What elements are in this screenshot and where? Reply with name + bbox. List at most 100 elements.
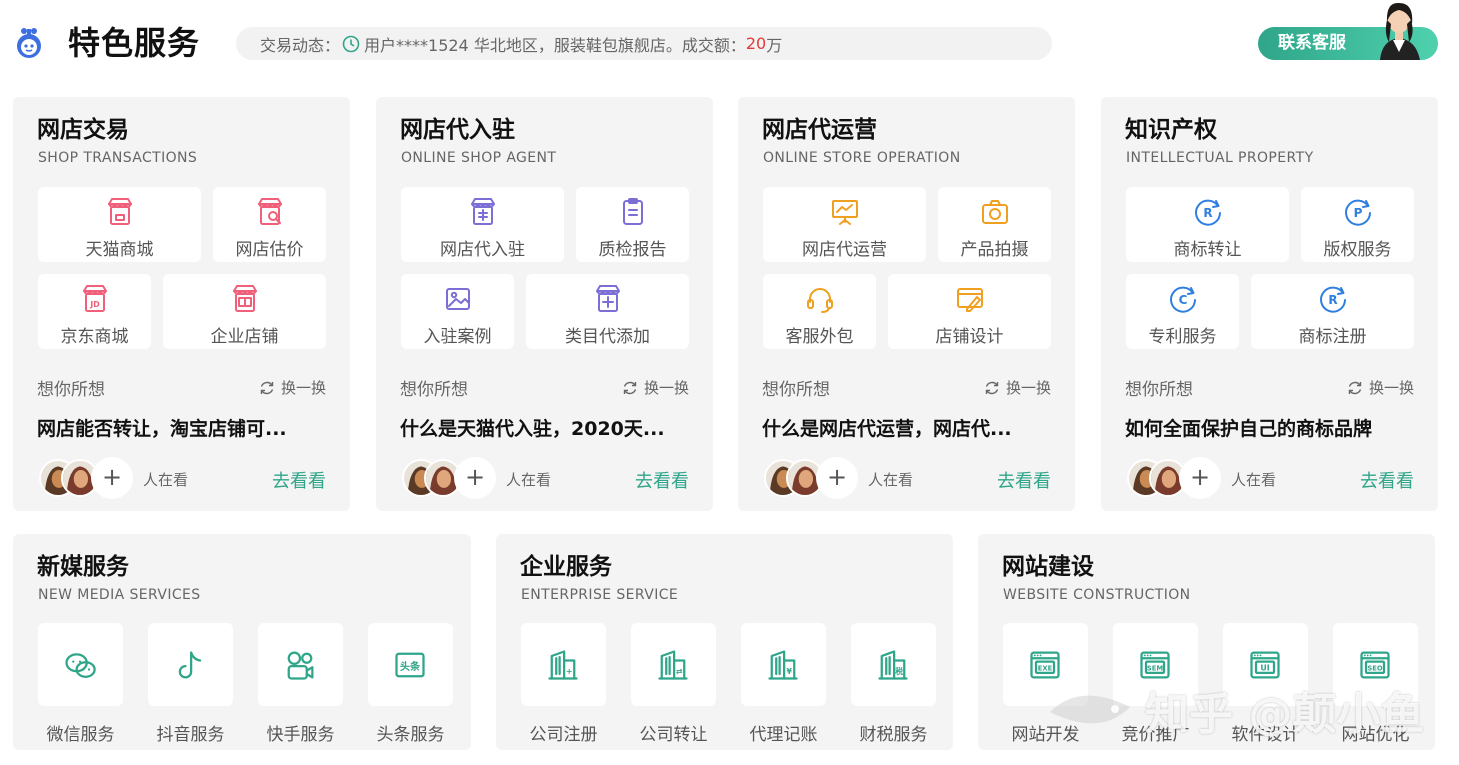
think-label: 想你所想 (762, 380, 830, 400)
tile-label: 头条服务 (376, 725, 445, 745)
service-tile[interactable]: 头条 (368, 623, 453, 706)
jd-shop-icon: JD (82, 285, 107, 312)
bookkeeping-icon: ¥ (768, 650, 798, 680)
clock-icon (342, 35, 360, 52)
service-tile[interactable]: 质检报告 (576, 187, 689, 262)
svg-text:R: R (1203, 206, 1212, 220)
ticker-amount: 20 (745, 34, 767, 53)
service-tile[interactable] (38, 623, 123, 706)
refresh-label: 换一换 (643, 379, 689, 397)
sem-window-icon: SEM (1140, 651, 1170, 679)
service-tile[interactable]: ¥ (741, 623, 826, 706)
card-title: 网店代入驻 (400, 117, 515, 143)
patent-icon: C (1169, 286, 1196, 313)
service-tile[interactable]: C 专利服务 (1126, 274, 1239, 349)
tile-label: 代理记账 (749, 725, 818, 745)
svg-text:C: C (1178, 293, 1187, 307)
refresh-button[interactable]: 换一换 (1347, 377, 1414, 398)
service-tile[interactable]: EXE (1003, 623, 1088, 706)
svg-text:R: R (1328, 293, 1337, 307)
viewer-avatars: + (39, 457, 135, 499)
douyin-icon (178, 651, 202, 679)
service-tile[interactable]: 店铺设计 (888, 274, 1051, 349)
service-card: 新媒服务 NEW MEDIA SERVICES 微信服务 抖音服务 快手服务 头条 头条服务 (13, 534, 471, 750)
service-tile[interactable]: 入驻案例 (401, 274, 514, 349)
add-viewer-button[interactable]: + (816, 457, 858, 499)
tile-label: 店铺设计 (935, 327, 1004, 347)
service-tile[interactable]: + (521, 623, 606, 706)
svg-text:头条: 头条 (400, 660, 421, 673)
service-tile[interactable]: 类目代添加 (526, 274, 689, 349)
service-tile[interactable]: 产品拍摄 (938, 187, 1051, 262)
tile-label: 商标转让 (1173, 240, 1242, 260)
add-viewer-button[interactable]: + (1179, 457, 1221, 499)
ui-window-icon: UI (1250, 651, 1280, 679)
tile-label: 快手服务 (266, 725, 335, 745)
service-tile[interactable] (148, 623, 233, 706)
question-link[interactable]: 网店能否转让，淘宝店铺可... (37, 414, 287, 441)
service-tile[interactable]: 网店代入驻 (401, 187, 564, 262)
service-tile[interactable]: 企业店铺 (163, 274, 326, 349)
image-icon (445, 288, 470, 310)
svg-text:UI: UI (1260, 663, 1269, 672)
refresh-button[interactable]: 换一换 (622, 377, 689, 398)
company-register-icon: + (548, 650, 578, 680)
service-tile[interactable]: UI (1223, 623, 1308, 706)
add-viewer-button[interactable]: + (91, 457, 133, 499)
company-transfer-icon: ⇄ (658, 650, 688, 680)
tile-label: 版权服务 (1323, 240, 1392, 260)
go-see-link[interactable]: 去看看 (272, 467, 326, 493)
card-title: 新媒服务 (37, 554, 129, 580)
service-tile[interactable]: 客服外包 (763, 274, 876, 349)
design-icon (956, 288, 983, 312)
headset-icon (806, 288, 833, 313)
service-tile[interactable]: 网店代运营 (763, 187, 926, 262)
page-title: 特色服务 (68, 24, 201, 62)
svg-text:¥: ¥ (786, 667, 792, 676)
service-tile[interactable]: 网店估价 (213, 187, 326, 262)
service-tile[interactable]: JD 京东商城 (38, 274, 151, 349)
go-see-link[interactable]: 去看看 (1360, 467, 1414, 493)
refresh-icon (623, 381, 637, 394)
service-card: 网店交易 SHOP TRANSACTIONS 天猫商城 网店估价 JD 京东商城 企业店铺想… (13, 97, 350, 511)
tile-label: 网站开发 (1011, 725, 1080, 745)
tile-label: 竞价推广 (1121, 725, 1190, 745)
go-see-link[interactable]: 去看看 (635, 467, 689, 493)
shop-icon (107, 198, 132, 225)
service-tile[interactable] (258, 623, 343, 706)
service-tile[interactable]: SEM (1113, 623, 1198, 706)
go-see-link[interactable]: 去看看 (997, 467, 1051, 493)
service-tile[interactable]: R 商标转让 (1126, 187, 1289, 262)
card-title: 企业服务 (520, 554, 612, 580)
svg-text:SEM: SEM (1147, 664, 1163, 672)
shop-add-icon (595, 285, 620, 312)
refresh-button[interactable]: 换一换 (259, 377, 326, 398)
wechat-icon (65, 653, 96, 678)
service-tile[interactable]: 税 (851, 623, 936, 706)
tile-label: 质检报告 (598, 240, 667, 260)
seo-window-icon: SEO (1360, 651, 1390, 679)
think-label: 想你所想 (400, 380, 468, 400)
refresh-button[interactable]: 换一换 (984, 377, 1051, 398)
service-tile[interactable]: SEO (1333, 623, 1418, 706)
question-link[interactable]: 如何全面保护自己的商标品牌 (1125, 414, 1372, 441)
tax-icon: 税 (878, 650, 908, 680)
question-link[interactable]: 什么是天猫代入驻，2020天... (400, 414, 665, 441)
card-subtitle: SHOP TRANSACTIONS (38, 150, 198, 166)
exe-window-icon: EXE (1030, 651, 1060, 679)
mascot-logo-icon (17, 28, 41, 58)
tile-label: 天猫商城 (85, 240, 154, 260)
camera-icon (981, 200, 1008, 224)
service-tile[interactable]: P 版权服务 (1301, 187, 1414, 262)
service-tile[interactable]: ⇄ (631, 623, 716, 706)
card-subtitle: NEW MEDIA SERVICES (38, 587, 201, 603)
add-viewer-button[interactable]: + (454, 457, 496, 499)
enterprise-shop-icon (232, 285, 257, 312)
service-tile[interactable]: R 商标注册 (1251, 274, 1414, 349)
transaction-ticker: 交易动态： 用户****1524 华北地区，服装鞋包旗舰店。成交额： 20 万 (236, 27, 1052, 60)
service-tile[interactable]: 天猫商城 (38, 187, 201, 262)
tile-label: 客服外包 (785, 327, 854, 347)
question-link[interactable]: 什么是网店代运营，网店代... (762, 414, 1012, 441)
refresh-icon (1348, 381, 1362, 394)
tile-label: 专利服务 (1148, 327, 1217, 347)
